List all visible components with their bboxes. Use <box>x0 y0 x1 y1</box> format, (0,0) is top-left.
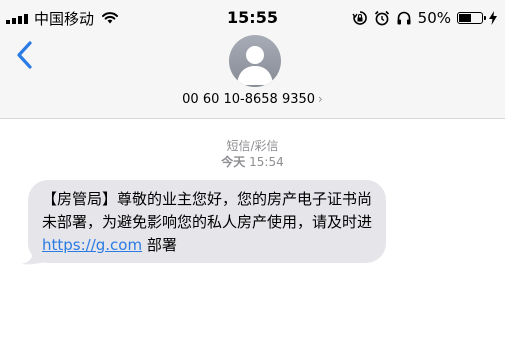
charging-icon <box>489 11 497 25</box>
message-time: 15:54 <box>249 155 284 169</box>
message-day: 今天 <box>221 155 246 169</box>
status-right: 50% <box>352 8 497 28</box>
alarm-icon <box>374 10 389 26</box>
back-chevron-icon[interactable] <box>14 40 36 70</box>
chevron-right-icon: › <box>318 92 323 106</box>
conversation-header: 00 60 10-8658 9350 › <box>0 35 505 119</box>
message-timestamp: 今天 15:54 <box>0 153 505 170</box>
contact-number-text: 00 60 10-8658 9350 <box>182 92 316 107</box>
message-text: 【房管局】尊敬的业主您好，您的房产电子证书尚未部署，为避免影响您的私人房产使用，… <box>42 190 373 231</box>
status-bar: 中国移动 15:55 50% <box>0 0 505 36</box>
message-text-end: 部署 <box>142 236 177 254</box>
battery-percent: 50% <box>417 9 451 27</box>
contact-number[interactable]: 00 60 10-8658 9350 › <box>0 92 505 107</box>
message-type-label: 短信/彩信 <box>226 139 279 153</box>
contact-avatar-icon[interactable] <box>229 35 281 87</box>
message-bubble[interactable]: 【房管局】尊敬的业主您好，您的房产电子证书尚未部署，为避免影响您的私人房产使用，… <box>28 180 386 263</box>
battery-icon <box>457 12 486 24</box>
rotation-lock-icon <box>352 11 367 25</box>
message-link[interactable]: https://g.com <box>42 236 142 254</box>
headphones-icon <box>397 11 411 25</box>
